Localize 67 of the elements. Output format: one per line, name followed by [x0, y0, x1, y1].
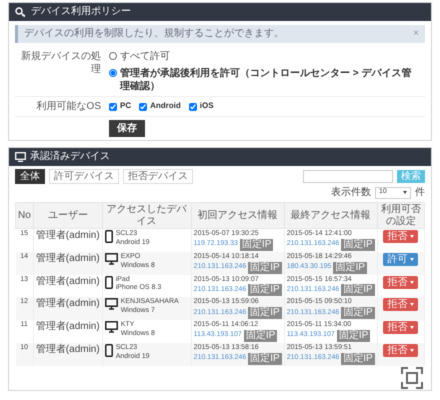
status-dropdown-button[interactable]: 拒否 — [383, 321, 418, 334]
monitor-icon — [104, 298, 118, 310]
radio-label: 管理者が承認後利用を許可（コントロールセンター > デバイス管理確認） — [120, 67, 412, 93]
fixed-ip-badge: 固定IP — [341, 352, 375, 364]
fixed-ip-badge: 固定IP — [248, 284, 282, 296]
fixed-ip-badge: 固定IP — [244, 330, 278, 342]
table-cell: 管理者(admin) — [33, 252, 102, 274]
radio-button[interactable] — [109, 69, 117, 77]
fixed-ip-badge: 固定IP — [341, 238, 375, 251]
fullscreen-icon[interactable] — [401, 366, 423, 388]
fixed-ip-badge: 固定IP — [333, 262, 367, 274]
fixed-ip-badge: 固定IP — [248, 262, 282, 274]
caret-icon — [410, 280, 414, 284]
field-label: 利用可能なOS — [36, 100, 101, 113]
search-button[interactable]: 検索 — [397, 170, 425, 183]
field-label: 新規デバイスの処理 — [21, 50, 101, 77]
panel-title: 承認済みデバイス — [30, 151, 110, 163]
phone-icon — [104, 230, 113, 243]
status-dropdown-button[interactable]: 拒否 — [383, 344, 418, 357]
phone-icon — [104, 344, 113, 357]
panel-title: デバイス利用ポリシー — [31, 6, 131, 18]
column-header: 利用可否の設定 — [377, 202, 424, 228]
fixed-ip-badge: 固定IP — [248, 352, 282, 364]
fixed-ip-badge: 固定IP — [341, 307, 375, 319]
table-cell: 管理者(admin) — [33, 297, 102, 320]
column-header: 最終アクセス情報 — [284, 202, 378, 228]
checkbox-label: Android — [150, 101, 181, 112]
filter-tab[interactable]: 拒否デバイス — [123, 169, 193, 184]
column-header: ユーザー — [33, 202, 102, 228]
caret-icon — [410, 258, 414, 261]
checkbox[interactable] — [139, 103, 148, 112]
radio-button[interactable] — [109, 52, 117, 60]
column-header: No — [16, 202, 34, 228]
status-dropdown-button[interactable]: 許可 — [383, 252, 418, 266]
monitor-icon — [104, 252, 118, 265]
checkbox[interactable] — [188, 103, 197, 112]
fixed-ip-badge: 固定IP — [341, 284, 375, 296]
page-size-label: 表示件数 — [331, 186, 371, 200]
checkbox-label: iOS — [200, 101, 214, 112]
column-header: 初回アクセス情報 — [191, 202, 284, 228]
status-dropdown-button[interactable]: 拒否 — [383, 298, 418, 312]
status-dropdown-button[interactable]: 拒否 — [383, 276, 418, 288]
caret-icon — [410, 348, 414, 352]
fixed-ip-badge: 固定IP — [240, 238, 274, 251]
monitor-icon — [15, 152, 26, 162]
checkbox-label: PC — [120, 101, 132, 112]
table-cell: 管理者(admin) — [33, 342, 102, 366]
filter-tab[interactable]: 全体 — [15, 169, 45, 184]
monitor-icon — [104, 321, 118, 333]
filter-tab[interactable]: 許可デバイス — [49, 169, 119, 184]
status-dropdown-button[interactable]: 拒否 — [383, 230, 418, 243]
caret-icon — [403, 191, 407, 194]
fixed-ip-badge: 固定IP — [248, 307, 282, 319]
key-icon — [15, 7, 27, 17]
save-button[interactable]: 保存 — [109, 120, 145, 137]
close-button[interactable]: × — [413, 29, 419, 39]
caret-icon — [410, 326, 414, 329]
fixed-ip-badge: 固定IP — [336, 330, 370, 342]
search-field[interactable] — [303, 170, 393, 183]
column-header: アクセスしたデバイス — [102, 202, 192, 228]
alert-text: デバイスの利用を制限したり、規制することができます。 — [24, 28, 284, 40]
checkbox[interactable] — [109, 103, 117, 112]
page-size-unit: 件 — [415, 186, 425, 200]
caret-icon — [410, 235, 414, 238]
phone-icon — [104, 276, 113, 288]
radio-label: すべて許可 — [120, 50, 170, 63]
caret-icon — [410, 303, 414, 306]
